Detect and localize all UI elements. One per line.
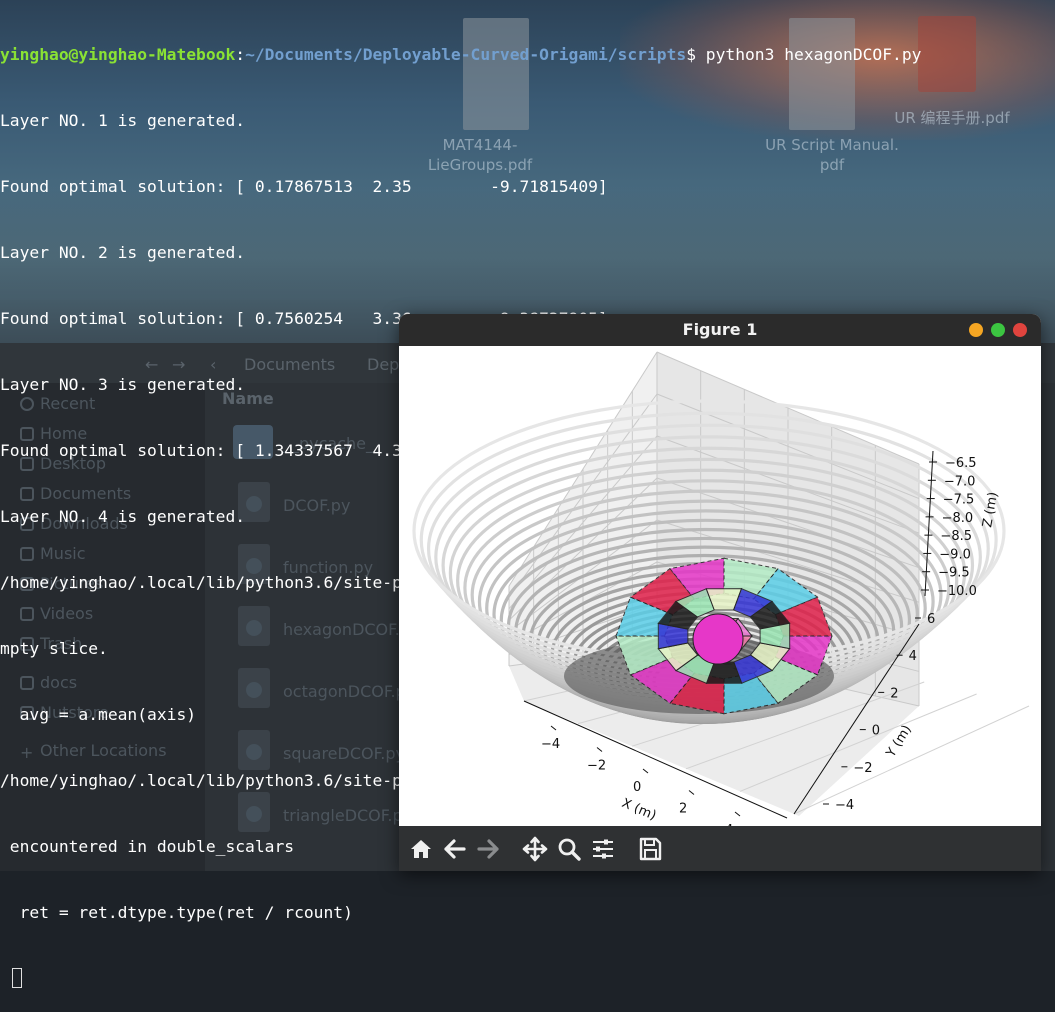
- back-arrow-icon: [444, 839, 466, 859]
- x-tick: [642, 768, 649, 774]
- x-tick-label: 0: [633, 780, 641, 795]
- minimize-button[interactable]: [969, 323, 983, 337]
- z-tick-label: −10.0: [937, 584, 977, 599]
- pan-button[interactable]: [522, 836, 548, 862]
- z-axis-ticks: −6.5 −7.0 −7.5 −8.0 −8.5 −9.0 −9.5 −10.0: [921, 456, 977, 599]
- prompt-user: yinghao@yinghao-Matebook: [0, 45, 236, 64]
- x-axis-label: X (m): [619, 796, 658, 824]
- forward-arrow-icon: [477, 839, 499, 859]
- x-tick: [688, 790, 695, 795]
- z-tick-label: −9.0: [939, 547, 971, 562]
- zoom-button[interactable]: [556, 836, 582, 862]
- plot-canvas[interactable]: −6.5 −7.0 −7.5 −8.0 −8.5 −9.0 −9.5 −10.0 Z (m) …: [399, 346, 1041, 826]
- x-tick: [734, 811, 741, 817]
- z-tick-label: −8.0: [942, 511, 974, 526]
- y-tick-label: 0: [872, 724, 880, 739]
- x-tick-label: 2: [679, 802, 687, 817]
- terminal-line: Layer NO. 1 is generated.: [0, 111, 246, 130]
- z-axis-label: Z (m): [980, 491, 1001, 529]
- origami-center-face: [692, 613, 744, 665]
- z-tick-label: −6.5: [945, 456, 977, 471]
- terminal-line: Found optimal solution: [ 0.17867513 2.3…: [0, 177, 608, 196]
- prompt-path: ~/Documents/Deployable-Curved-Origami/sc…: [245, 45, 687, 64]
- terminal-line: ret = ret.dtype.type(ret / rcount): [0, 903, 353, 922]
- terminal-prompt-line: yinghao@yinghao-Matebook:~/Documents/Dep…: [0, 45, 922, 64]
- window-titlebar[interactable]: Figure 1: [399, 314, 1041, 347]
- save-icon: [639, 837, 662, 861]
- z-tick-label: −9.5: [938, 566, 970, 581]
- maximize-button[interactable]: [991, 323, 1005, 337]
- window-title: Figure 1: [682, 320, 758, 339]
- forward-button[interactable]: [475, 836, 501, 862]
- y-tick-label: 4: [909, 649, 917, 664]
- y-tick-label: −4: [835, 798, 854, 813]
- y-tick-label: 6: [927, 612, 935, 627]
- y-tick-label: 2: [890, 686, 898, 701]
- x-tick-label: −2: [587, 759, 606, 774]
- terminal-output[interactable]: yinghao@yinghao-Matebook:~/Documents/Dep…: [0, 0, 1055, 988]
- z-tick-label: −8.5: [940, 529, 972, 544]
- terminal-line: Layer NO. 2 is generated.: [0, 243, 246, 262]
- close-button[interactable]: [1013, 323, 1027, 337]
- z-tick-label: −7.0: [944, 474, 976, 489]
- z-tick-label: −7.5: [943, 493, 975, 508]
- pan-icon: [522, 836, 548, 862]
- 3d-surface-plot[interactable]: −6.5−7.0−7.5−8.0−8.5−9.0−9.5−10.0 Z (m) …: [399, 346, 1041, 826]
- home-button[interactable]: [408, 836, 434, 862]
- figure-window: Figure 1 −6.5 −7.0 −7.5 −8.0 −8.5 −9.0 −9.5 −10…: [399, 314, 1041, 871]
- home-icon: [411, 840, 431, 858]
- terminal-command: python3 hexagonDCOF.py: [705, 45, 922, 64]
- y-tick-label: −2: [853, 761, 872, 776]
- x-tick: [596, 747, 603, 752]
- figure-toolbar: [399, 826, 1041, 871]
- terminal-cursor[interactable]: [12, 968, 22, 988]
- configure-subplots-icon: [593, 839, 613, 859]
- save-button[interactable]: [637, 836, 663, 862]
- configure-subplots-button[interactable]: [590, 836, 616, 862]
- x-tick-label: −4: [541, 737, 560, 752]
- zoom-icon: [558, 838, 581, 861]
- back-button[interactable]: [442, 836, 468, 862]
- x-tick: [550, 725, 557, 731]
